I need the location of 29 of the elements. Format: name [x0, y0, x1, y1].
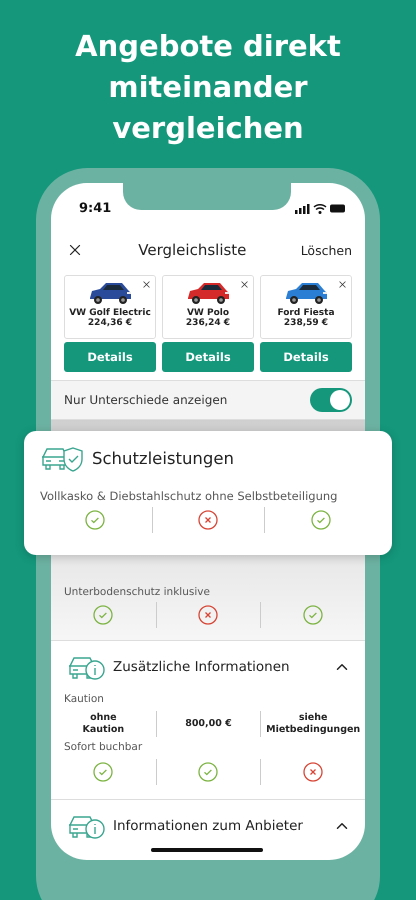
callout-title: Schutzleistungen — [92, 448, 234, 468]
section-title: Zusätzliche Informationen — [113, 659, 291, 675]
car-price: 238,59 € — [284, 318, 328, 328]
car-price: 236,24 € — [186, 318, 230, 328]
row-label: Sofort buchbar — [63, 741, 144, 753]
details-button[interactable]: Details — [260, 342, 352, 372]
status-icons — [295, 202, 347, 214]
filter-label: Nur Unterschiede anzeigen — [64, 393, 228, 407]
row-label: Vollkasko & Diebstahlschutz ohne Selbstbeteiligung — [39, 488, 338, 503]
details-button[interactable]: Details — [162, 342, 254, 372]
car-name: VW Polo — [186, 308, 230, 318]
car-name: VW Golf Electric — [69, 308, 151, 318]
car-price: 224,36 € — [88, 318, 132, 328]
delete-link[interactable]: Löschen — [300, 242, 352, 258]
car-name: Ford Fiesta — [277, 308, 335, 318]
close-icon[interactable] — [141, 279, 152, 290]
toggle-switch[interactable] — [310, 388, 352, 412]
row-label: Kaution — [63, 693, 105, 705]
value-text: siehe Mietbedingungen — [266, 712, 360, 736]
value-text: 800,00 € — [185, 718, 232, 730]
headline: Angebote direkt miteinander vergleichen — [74, 28, 342, 147]
value-text: ohne Kaution — [82, 712, 124, 736]
section-title: Informationen zum Anbieter — [113, 818, 304, 834]
details-button[interactable]: Details — [64, 342, 156, 372]
status-time: 9:41 — [79, 200, 112, 216]
close-icon[interactable] — [239, 279, 250, 290]
row-label: Unterbodenschutz inklusive — [63, 586, 211, 598]
close-icon[interactable] — [337, 279, 348, 290]
page-title: Vergleichsliste — [138, 241, 246, 259]
